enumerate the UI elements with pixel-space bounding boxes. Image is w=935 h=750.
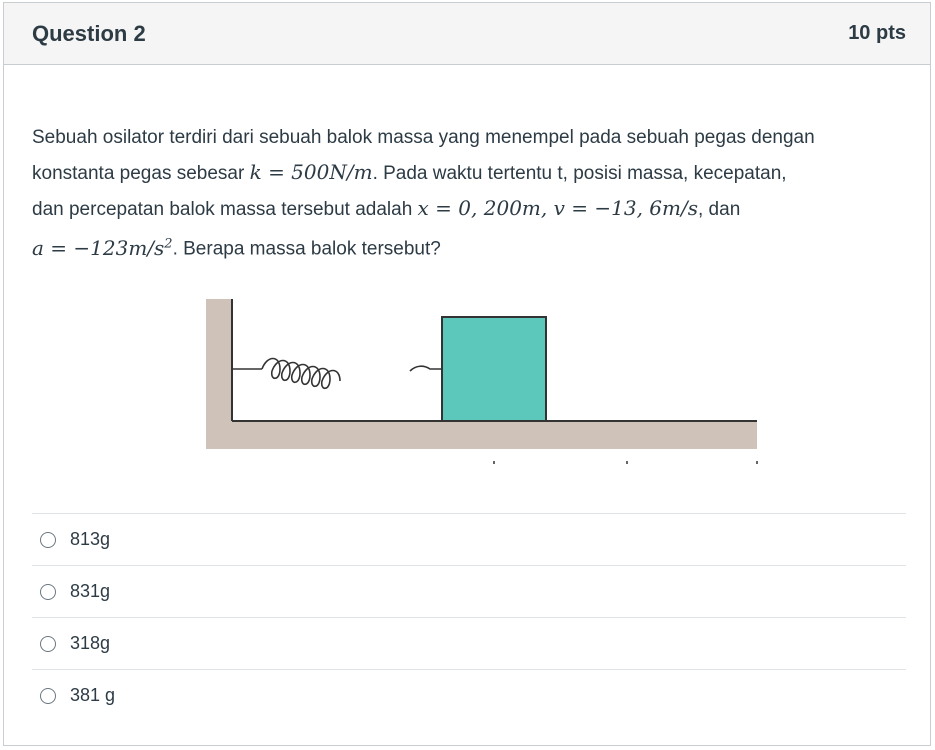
spring-coil [232,357,442,390]
question-text-segment: dan percepatan balok massa tersebut adal… [32,199,418,220]
question-line-2: konstanta pegas sebesar k = 500N/m. Pada… [32,155,902,191]
answer-label: 318g [70,633,111,653]
math-comma: , [540,196,554,220]
answer-option-2[interactable]: 831g [32,565,906,617]
math-k: k = 500N/m [249,160,373,184]
radio-button[interactable] [40,531,56,548]
question-text-segment: , dan [698,199,741,220]
answer-label: 813g [70,529,111,549]
math-a: a = −123m/s2 [32,236,173,260]
question-text: Sebuah osilator terdiri dari sebuah balo… [32,121,902,267]
answer-option-3[interactable]: 318g [32,617,906,669]
answer-label: 381 g [70,685,116,705]
math-a-exponent: 2 [164,236,173,251]
spring-mass-diagram [206,299,758,464]
question-text-segment: . Pada waktu tertentu t, posisi massa, k… [372,163,787,184]
answer-list: 813g 831g 318g 381 g [32,513,906,721]
math-x: x = 0, 200m [417,196,541,220]
question-card: Question 2 10 pts Sebuah osilator terdir… [3,2,931,746]
answer-option-1[interactable]: 813g [32,513,906,565]
question-line-4: a = −123m/s2. Berapa massa balok tersebu… [32,227,902,267]
radio-button[interactable] [40,635,56,652]
answer-label: 831g [70,581,111,601]
math-a-base: a = −123m/s [32,235,165,260]
question-line-1: Sebuah osilator terdiri dari sebuah balo… [32,127,815,148]
answer-option-4[interactable]: 381 g [32,669,906,721]
mass-block [441,316,547,422]
question-text-segment: konstanta pegas sebesar [32,163,250,184]
question-points: 10 pts [848,22,906,44]
radio-button[interactable] [40,687,56,704]
question-text-segment: . Berapa massa balok tersebut? [172,238,441,260]
radio-button[interactable] [40,583,56,600]
math-v: v = −13, 6m/s [553,196,698,220]
question-header: Question 2 10 pts [4,3,930,65]
question-line-3: dan percepatan balok massa tersebut adal… [32,191,902,227]
question-title: Question 2 [32,20,146,46]
